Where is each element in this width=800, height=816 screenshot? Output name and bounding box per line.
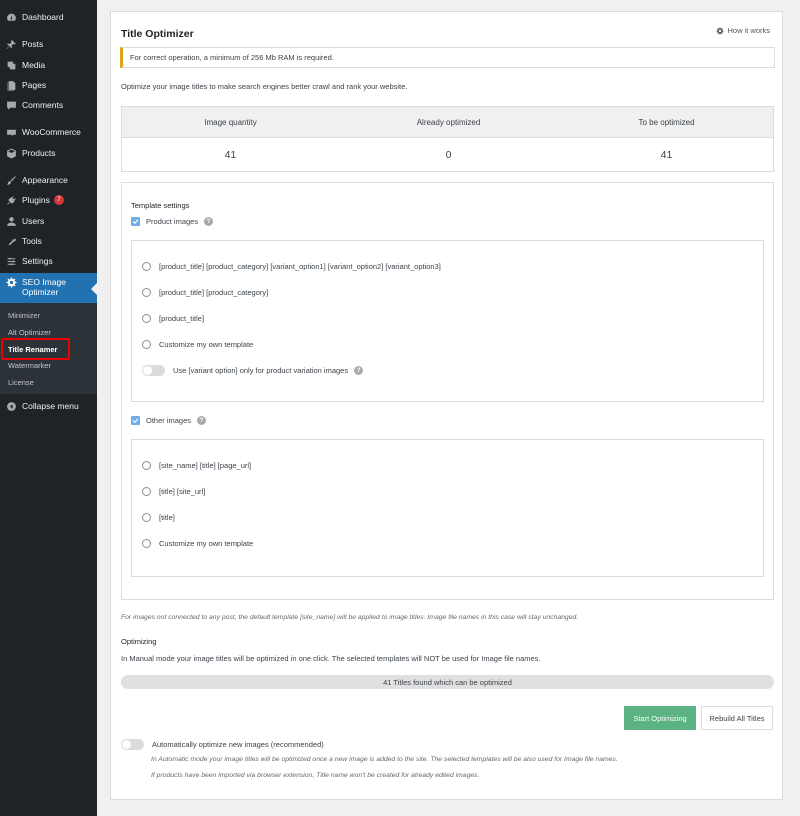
other-templates-box: [site_name] [title] [page_url] [title] […: [131, 439, 764, 577]
page-title: Title Optimizer: [121, 28, 194, 40]
stat-value-optimized: 0: [445, 149, 452, 161]
product-images-checkbox[interactable]: [131, 217, 140, 226]
wrench-icon: [6, 236, 17, 247]
gear-icon: [716, 26, 725, 35]
import-note: If products have been imported via brows…: [151, 772, 480, 779]
dashboard-icon: [6, 12, 17, 23]
other-images-checkbox-row: Other images ?: [131, 416, 207, 425]
radio-button[interactable]: [142, 513, 151, 522]
progress-text: 41 Titles found which can be optimized: [383, 677, 512, 687]
pages-icon: [6, 80, 17, 91]
collapse-icon: [6, 401, 17, 412]
progress-bar: 41 Titles found which can be optimized: [121, 675, 774, 689]
comment-icon: [6, 100, 17, 111]
stat-header-optimized: Already optimized: [416, 118, 481, 127]
product-template-option[interactable]: [product_title] [product_category] [vari…: [142, 262, 441, 271]
submenu-license[interactable]: License: [0, 374, 97, 390]
plugins-update-badge: 7: [53, 195, 64, 205]
plug-icon: [6, 195, 17, 206]
gear-icon: [6, 277, 17, 288]
other-template-option[interactable]: [title]: [142, 513, 175, 522]
menu-pages[interactable]: Pages: [0, 75, 97, 95]
highlight-box: [1, 338, 70, 360]
menu-appearance[interactable]: Appearance: [0, 170, 97, 190]
radio-button[interactable]: [142, 539, 151, 548]
menu-settings[interactable]: Settings: [0, 251, 97, 271]
other-template-option[interactable]: [site_name] [title] [page_url]: [142, 461, 251, 470]
product-templates-box: [product_title] [product_category] [vari…: [131, 240, 764, 402]
page-description: Optimize your image titles to make searc…: [121, 82, 408, 91]
user-icon: [6, 216, 17, 227]
media-icon: [6, 60, 17, 71]
radio-button[interactable]: [142, 461, 151, 470]
radio-button[interactable]: [142, 262, 151, 271]
auto-mode-note: In Automatic mode your image titles will…: [151, 756, 618, 763]
menu-plugins[interactable]: Plugins 7: [0, 190, 97, 210]
radio-button[interactable]: [142, 288, 151, 297]
product-template-option[interactable]: Customize my own template: [142, 340, 253, 349]
pin-icon: [6, 39, 17, 50]
other-template-option[interactable]: [title] [site_url]: [142, 487, 205, 496]
check-icon: [132, 219, 139, 225]
menu-media[interactable]: Media: [0, 55, 97, 75]
stats-table: Image quantity Already optimized To be o…: [121, 106, 774, 172]
optimizing-title: Optimizing: [121, 637, 157, 646]
menu-woocommerce[interactable]: WooCommerce: [0, 122, 97, 142]
submenu-minimizer[interactable]: Minimizer: [0, 307, 97, 323]
menu-comments[interactable]: Comments: [0, 95, 97, 115]
radio-button[interactable]: [142, 314, 151, 323]
stat-header-to-optimize: To be optimized: [638, 118, 695, 127]
admin-sidebar: Dashboard Posts Media Pages Comments Woo…: [0, 0, 97, 816]
woocommerce-icon: [6, 127, 17, 138]
menu-dashboard[interactable]: Dashboard: [0, 7, 97, 27]
default-template-note: For images not connected to any post, th…: [121, 614, 579, 621]
check-icon: [132, 418, 139, 424]
product-images-checkbox-row: Product images ?: [131, 217, 214, 226]
settings-icon: [6, 256, 17, 267]
template-settings: Template settings Product images ? [prod…: [121, 182, 774, 600]
other-template-option[interactable]: Customize my own template: [142, 539, 253, 548]
stat-value-quantity: 41: [224, 149, 237, 161]
menu-users[interactable]: Users: [0, 211, 97, 231]
stat-value-to-optimize: 41: [660, 149, 673, 161]
product-template-option[interactable]: [product_title]: [142, 314, 204, 323]
other-images-checkbox[interactable]: [131, 416, 140, 425]
menu-seo-image-optimizer[interactable]: SEO Image Optimizer: [0, 273, 97, 303]
template-settings-title: Template settings: [131, 201, 190, 210]
collapse-menu-button[interactable]: Collapse menu: [0, 396, 97, 416]
help-icon[interactable]: ?: [354, 366, 364, 375]
radio-button[interactable]: [142, 340, 151, 349]
how-it-works-link[interactable]: How it works: [716, 26, 770, 35]
menu-tools[interactable]: Tools: [0, 231, 97, 251]
auto-optimize-row: Automatically optimize new images (recom…: [121, 739, 324, 750]
product-template-option[interactable]: [product_title] [product_category]: [142, 288, 268, 297]
auto-optimize-toggle[interactable]: [121, 739, 144, 750]
rebuild-all-titles-button[interactable]: Rebuild All Titles: [701, 706, 773, 730]
variant-option-toggle-row: Use [variant option] only for product va…: [142, 365, 364, 376]
radio-button[interactable]: [142, 487, 151, 496]
brush-icon: [6, 175, 17, 186]
stat-header-quantity: Image quantity: [204, 118, 257, 127]
box-icon: [6, 148, 17, 159]
menu-posts[interactable]: Posts: [0, 34, 97, 54]
ram-notice: For correct operation, a minimum of 256 …: [120, 47, 775, 68]
optimizing-description: In Manual mode your image titles will be…: [121, 654, 541, 663]
help-icon[interactable]: ?: [197, 416, 207, 425]
help-icon[interactable]: ?: [204, 217, 214, 226]
start-optimizing-button[interactable]: Start Optimizing: [624, 706, 696, 730]
title-optimizer-panel: Title Optimizer How it works For correct…: [110, 11, 783, 800]
variant-option-toggle[interactable]: [142, 365, 165, 376]
menu-products[interactable]: Products: [0, 143, 97, 163]
